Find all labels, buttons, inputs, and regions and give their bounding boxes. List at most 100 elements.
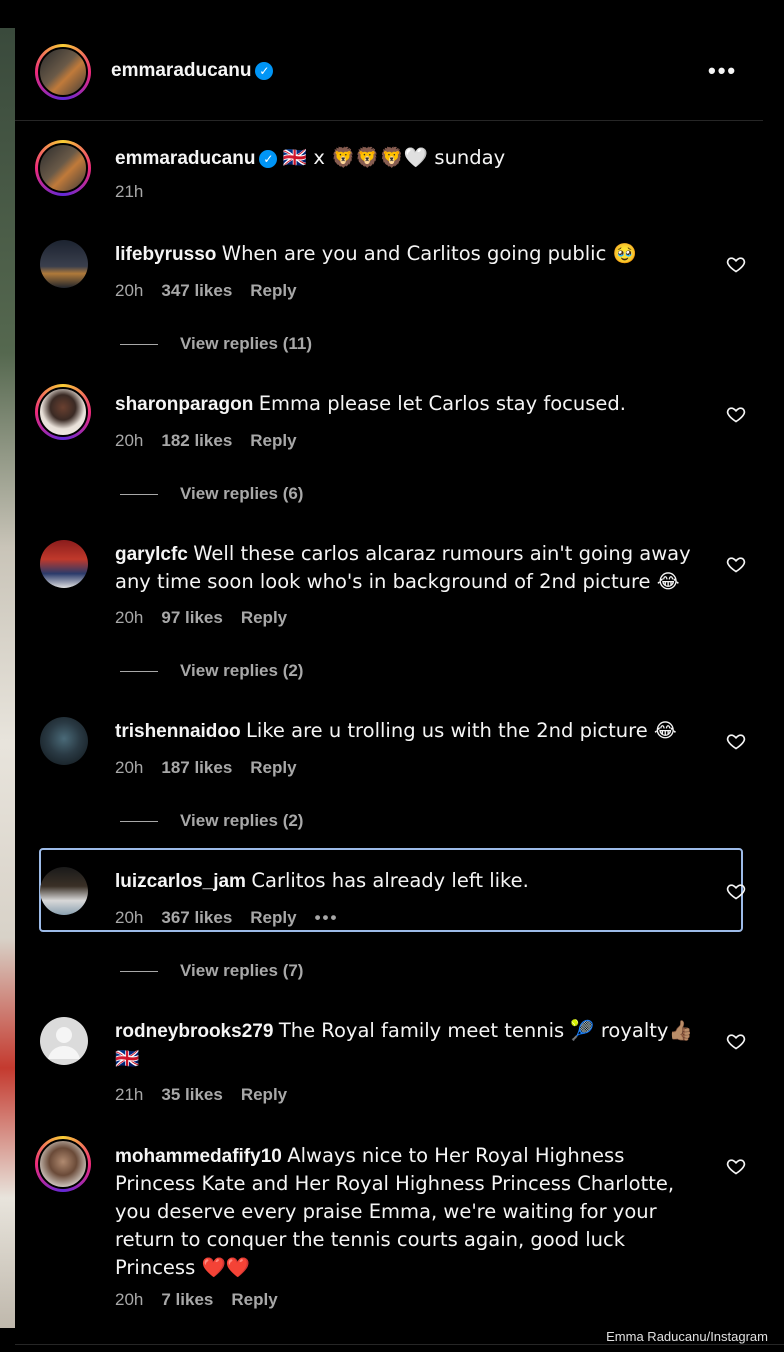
commenter-avatar[interactable] <box>35 384 91 440</box>
reply-button[interactable]: Reply <box>250 758 296 777</box>
view-replies-button[interactable]: View replies (2) <box>120 661 303 681</box>
comment-item: lifebyrusso When are you and Carlitos go… <box>15 220 784 370</box>
comment-item: trishennaidoo Like are u trolling us wit… <box>15 697 784 847</box>
comment-text: When are you and Carlitos going public 🥹 <box>221 242 637 265</box>
comment-time: 20h <box>115 281 144 300</box>
like-heart-icon[interactable] <box>726 554 746 574</box>
reply-button[interactable]: Reply <box>241 608 287 627</box>
caption-text: 🇬🇧 x 🦁🦁🦁🤍 sunday <box>282 146 506 169</box>
comment-text: Like are u trolling us with the 2nd pict… <box>246 719 677 742</box>
comments-panel: emmaraducanu ✓ ••• emmaraducanu ✓ 🇬🇧 x 🦁🦁🦁… <box>15 0 784 1352</box>
reply-button[interactable]: Reply <box>231 1290 277 1309</box>
commenter-avatar[interactable] <box>40 867 88 915</box>
verified-badge-icon: ✓ <box>259 150 278 168</box>
comment-username[interactable]: trishennaidoo <box>115 721 241 742</box>
comment-meta: 20h 7 likes Reply <box>115 1290 296 1310</box>
comment-item: mohammedafify10 Always nice to Her Royal… <box>15 1122 784 1332</box>
like-heart-icon[interactable] <box>726 731 746 751</box>
post-caption: emmaraducanu ✓ 🇬🇧 x 🦁🦁🦁🤍 sunday 21h <box>15 120 763 220</box>
panel-bottom-divider <box>15 1344 784 1345</box>
comment-text: Well these carlos alcaraz rumours ain't … <box>115 542 691 593</box>
like-heart-icon[interactable] <box>726 1156 746 1176</box>
view-replies-button[interactable]: View replies (7) <box>120 961 303 981</box>
view-replies-button[interactable]: View replies (6) <box>120 484 303 504</box>
like-heart-icon[interactable] <box>726 254 746 274</box>
comment-likes[interactable]: 187 likes <box>161 758 232 777</box>
author-name-row[interactable]: emmaraducanu ✓ <box>111 60 274 82</box>
post-header: emmaraducanu ✓ ••• <box>15 28 763 121</box>
view-replies-label: View replies (2) <box>180 661 304 680</box>
caption-time: 21h <box>115 182 144 201</box>
comment-likes[interactable]: 7 likes <box>161 1290 213 1309</box>
comment-text-row: rodneybrooks279 The Royal family meet te… <box>115 1017 705 1073</box>
comment-text-row: luizcarlos_jam Carlitos has already left… <box>115 867 705 895</box>
author-username[interactable]: emmaraducanu <box>111 60 251 81</box>
reply-button[interactable]: Reply <box>250 431 296 450</box>
comment-likes[interactable]: 347 likes <box>161 281 232 300</box>
replies-divider <box>120 671 158 673</box>
comment-text-row: garylcfc Well these carlos alcaraz rumou… <box>115 540 705 596</box>
comment-username[interactable]: rodneybrooks279 <box>115 1021 273 1042</box>
comment-meta: 20h 347 likes Reply <box>115 281 315 301</box>
comment-time: 20h <box>115 1290 144 1309</box>
verified-badge-icon: ✓ <box>255 62 274 80</box>
replies-divider <box>120 344 158 346</box>
view-replies-label: View replies (11) <box>180 334 312 353</box>
comment-username[interactable]: garylcfc <box>115 544 188 565</box>
comment-text-row: sharonparagon Emma please let Carlos sta… <box>115 390 705 418</box>
view-replies-label: View replies (7) <box>180 961 304 980</box>
comment-text-row: trishennaidoo Like are u trolling us wit… <box>115 717 705 745</box>
comment-username[interactable]: lifebyrusso <box>115 244 216 265</box>
comment-time: 20h <box>115 608 144 627</box>
comment-time: 20h <box>115 758 144 777</box>
comment-item: sharonparagon Emma please let Carlos sta… <box>15 370 784 520</box>
comment-username[interactable]: mohammedafify10 <box>115 1146 282 1167</box>
replies-divider <box>120 971 158 973</box>
default-avatar-icon[interactable] <box>40 1017 88 1065</box>
view-replies-label: View replies (6) <box>180 484 304 503</box>
caption-username[interactable]: emmaraducanu <box>115 148 255 169</box>
comment-meta: 20h 187 likes Reply <box>115 758 315 778</box>
comment-item: garylcfc Well these carlos alcaraz rumou… <box>15 520 784 697</box>
comment-meta: 20h 182 likes Reply <box>115 431 315 451</box>
commenter-avatar[interactable] <box>40 717 88 765</box>
comment-text-row: mohammedafify10 Always nice to Her Royal… <box>115 1142 705 1282</box>
comment-likes[interactable]: 97 likes <box>161 608 222 627</box>
caption-text-row: emmaraducanu ✓ 🇬🇧 x 🦁🦁🦁🤍 sunday <box>115 146 505 170</box>
reply-button[interactable]: Reply <box>250 908 296 927</box>
comment-text-row: lifebyrusso When are you and Carlitos go… <box>115 240 705 268</box>
post-image-edge <box>0 28 15 1328</box>
comment-item: luizcarlos_jam Carlitos has already left… <box>15 847 784 997</box>
comment-likes[interactable]: 182 likes <box>161 431 232 450</box>
comment-username[interactable]: luizcarlos_jam <box>115 871 246 892</box>
replies-divider <box>120 494 158 496</box>
comment-more-options-icon[interactable]: ••• <box>315 908 339 927</box>
commenter-avatar[interactable] <box>35 1136 91 1192</box>
comment-time: 20h <box>115 431 144 450</box>
comment-meta: 20h 367 likes Reply ••• <box>115 908 356 928</box>
comment-time: 20h <box>115 908 144 927</box>
like-heart-icon[interactable] <box>726 1031 746 1051</box>
more-options-icon[interactable]: ••• <box>708 58 737 84</box>
comment-item: rodneybrooks279 The Royal family meet te… <box>15 997 784 1122</box>
reply-button[interactable]: Reply <box>241 1085 287 1104</box>
comment-likes[interactable]: 35 likes <box>161 1085 222 1104</box>
view-replies-button[interactable]: View replies (11) <box>120 334 312 354</box>
comment-time: 21h <box>115 1085 144 1104</box>
like-heart-icon[interactable] <box>726 881 746 901</box>
commenter-avatar[interactable] <box>40 240 88 288</box>
caption-avatar[interactable] <box>35 140 91 196</box>
commenter-avatar[interactable] <box>40 540 88 588</box>
comment-text: Emma please let Carlos stay focused. <box>258 392 626 415</box>
comment-meta: 21h 35 likes Reply <box>115 1085 305 1105</box>
author-avatar[interactable] <box>35 44 91 100</box>
replies-divider <box>120 821 158 823</box>
view-replies-button[interactable]: View replies (2) <box>120 811 303 831</box>
comment-meta: 20h 97 likes Reply <box>115 608 305 628</box>
comment-username[interactable]: sharonparagon <box>115 394 253 415</box>
view-replies-label: View replies (2) <box>180 811 304 830</box>
comment-text: Carlitos has already left like. <box>251 869 529 892</box>
comment-likes[interactable]: 367 likes <box>161 908 232 927</box>
reply-button[interactable]: Reply <box>250 281 296 300</box>
like-heart-icon[interactable] <box>726 404 746 424</box>
